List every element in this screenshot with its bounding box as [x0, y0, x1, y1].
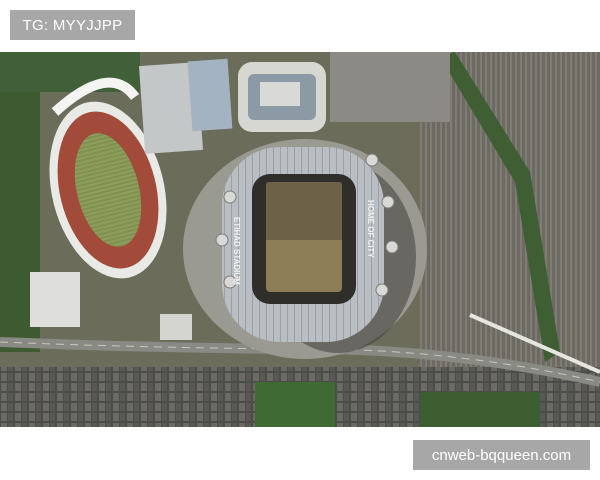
mast — [365, 153, 379, 167]
roof-text-west: ETIHAD STADIUM — [232, 217, 241, 285]
northwest-warehouse — [30, 272, 80, 327]
mast — [375, 283, 389, 297]
north-plaza — [330, 52, 450, 122]
watermark: cnweb-bqqueen.com — [413, 440, 590, 470]
south-building — [160, 314, 192, 340]
north-hall-right — [187, 58, 233, 132]
header-tag: TG: MYYJJPP — [10, 10, 135, 40]
south-green — [420, 392, 540, 427]
roof-text-east: HOME OF CITY — [366, 200, 375, 258]
mast — [215, 233, 229, 247]
mast — [381, 195, 395, 209]
north-arena-court — [260, 82, 300, 106]
mast — [223, 190, 237, 204]
stadium-pitch-shadow — [266, 182, 342, 240]
mast — [385, 240, 399, 254]
south-park — [255, 382, 335, 427]
aerial-stadium-photo: HOME OF CITY ETIHAD STADIUM — [0, 52, 600, 427]
